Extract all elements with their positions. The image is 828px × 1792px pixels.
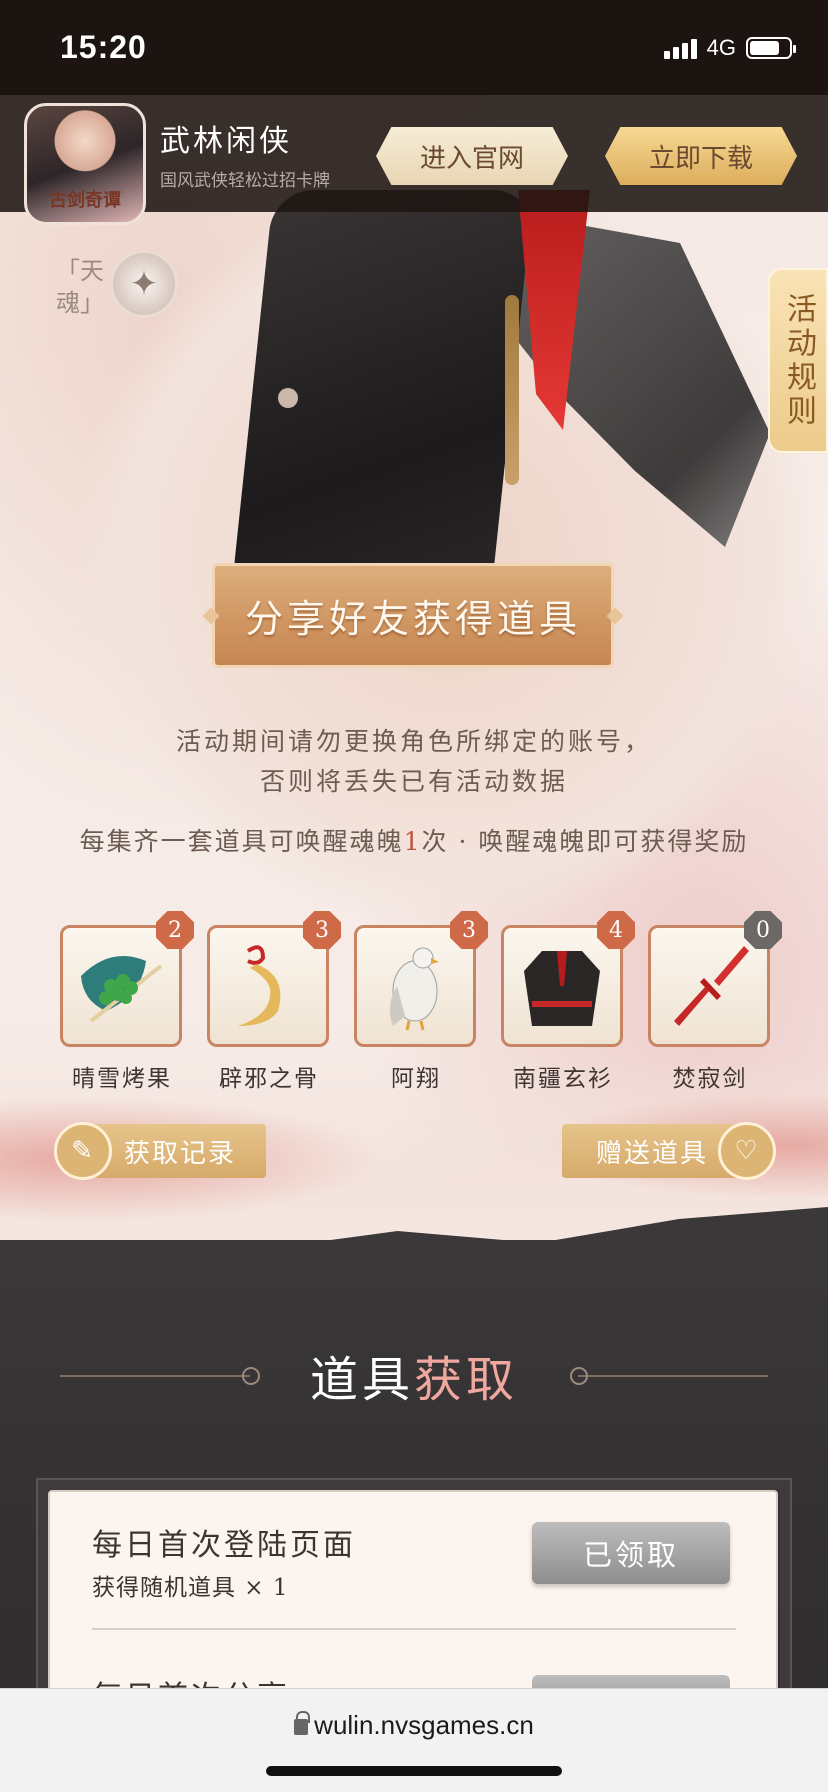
section-title-a: 道具 — [309, 1352, 414, 1408]
app-name: 武林闲侠 — [160, 124, 292, 159]
rules-tab-label: 活动规则 — [781, 292, 816, 429]
item-count-badge: 0 — [744, 911, 782, 949]
item-count-badge: 4 — [597, 911, 635, 949]
status-indicators: 4G — [663, 34, 796, 61]
item-name: 晴雪烤果 — [72, 1066, 172, 1092]
app-info: 武林闲侠 国风武侠轻松过招卡牌 — [160, 116, 330, 191]
item-eagle[interactable]: 3 阿翔 — [354, 911, 488, 1092]
official-site-button[interactable]: 进入官网 — [376, 127, 568, 185]
task-desc: 获得随机道具 × 1 — [92, 1575, 289, 1601]
item-name: 南疆玄衫 — [513, 1066, 613, 1092]
download-button[interactable]: 立即下载 — [605, 127, 797, 185]
tassel-ornament — [505, 295, 519, 485]
item-sword[interactable]: 0 焚寂剑 — [648, 911, 782, 1092]
item-name: 阿翔 — [391, 1066, 441, 1092]
item-collection: 2 晴雪烤果 3 辟邪之骨 3 阿翔 4 南疆玄衫 0 焚寂剑 — [60, 911, 782, 1092]
app-icon[interactable]: 古剑奇谭 — [24, 102, 146, 225]
notice-line-1: 活动期间请勿更换角色所绑定的账号， — [175, 727, 652, 756]
rules-tab[interactable]: 活动规则 — [768, 268, 828, 453]
sword-icon — [674, 946, 749, 1026]
section-title-b: 获取 — [414, 1352, 519, 1408]
status-bar: 15:20 4G — [0, 0, 828, 95]
app-desc: 国风武侠轻松过招卡牌 — [160, 171, 330, 191]
network-type: 4G — [706, 34, 736, 60]
task-divider — [92, 1628, 736, 1630]
home-indicator[interactable] — [266, 1766, 562, 1776]
item-robe[interactable]: 4 南疆玄衫 — [501, 911, 635, 1092]
app-icon-logo: 古剑奇谭 — [49, 189, 121, 211]
notice-line-2: 否则将丢失已有活动数据 — [259, 767, 568, 796]
item-horn-bone[interactable]: 3 辟邪之骨 — [207, 911, 341, 1092]
item-count-badge: 3 — [450, 911, 488, 949]
claimed-button[interactable]: 已领取 — [532, 1522, 730, 1584]
horn-bone-icon — [238, 945, 281, 1026]
eagle-icon — [389, 947, 439, 1031]
section-title: 道具获取 — [0, 1340, 828, 1410]
battery-icon — [746, 36, 796, 59]
status-time: 15:20 — [60, 29, 147, 65]
gift-item-button[interactable]: 赠送道具 ♡ — [562, 1122, 776, 1180]
get-record-button[interactable]: ✎ 获取记录 — [54, 1122, 266, 1180]
url-display[interactable]: wulin.nvsgames.cn — [0, 1710, 828, 1741]
heart-gift-icon: ♡ — [718, 1122, 776, 1180]
gift-item-label: 赠送道具 — [595, 1138, 708, 1169]
notice-line-3-count: 1 — [403, 827, 422, 856]
item-count-badge: 3 — [303, 911, 341, 949]
soul-emblem-icon[interactable]: ✦ — [110, 250, 178, 318]
item-name: 焚寂剑 — [672, 1066, 748, 1092]
robe-icon — [524, 951, 600, 1026]
item-count-badge: 2 — [156, 911, 194, 949]
decor-dot — [278, 388, 298, 408]
item-name: 辟邪之骨 — [219, 1066, 319, 1092]
record-note-icon: ✎ — [54, 1122, 112, 1180]
share-friends-button[interactable]: 分享好友获得道具 — [212, 563, 614, 668]
notice-line-3-post: 次 · 唤醒魂魄即可获得奖励 — [421, 827, 749, 856]
task-title: 每日首次登陆页面 — [92, 1528, 356, 1563]
lock-icon — [294, 1711, 311, 1735]
fruit-skewer-icon — [81, 956, 163, 1023]
url-text: wulin.nvsgames.cn — [314, 1710, 534, 1740]
notice-line-3: 每集齐一套道具可唤醒魂魄1次 · 唤醒魂魄即可获得奖励 — [0, 822, 828, 858]
soul-label: 「天魂」 — [56, 257, 104, 317]
item-fruit-skewer[interactable]: 2 晴雪烤果 — [60, 911, 194, 1092]
get-record-label: 获取记录 — [124, 1138, 237, 1169]
notice-line-3-pre: 每集齐一套道具可唤醒魂魄 — [79, 827, 404, 856]
signal-icon — [663, 37, 697, 59]
